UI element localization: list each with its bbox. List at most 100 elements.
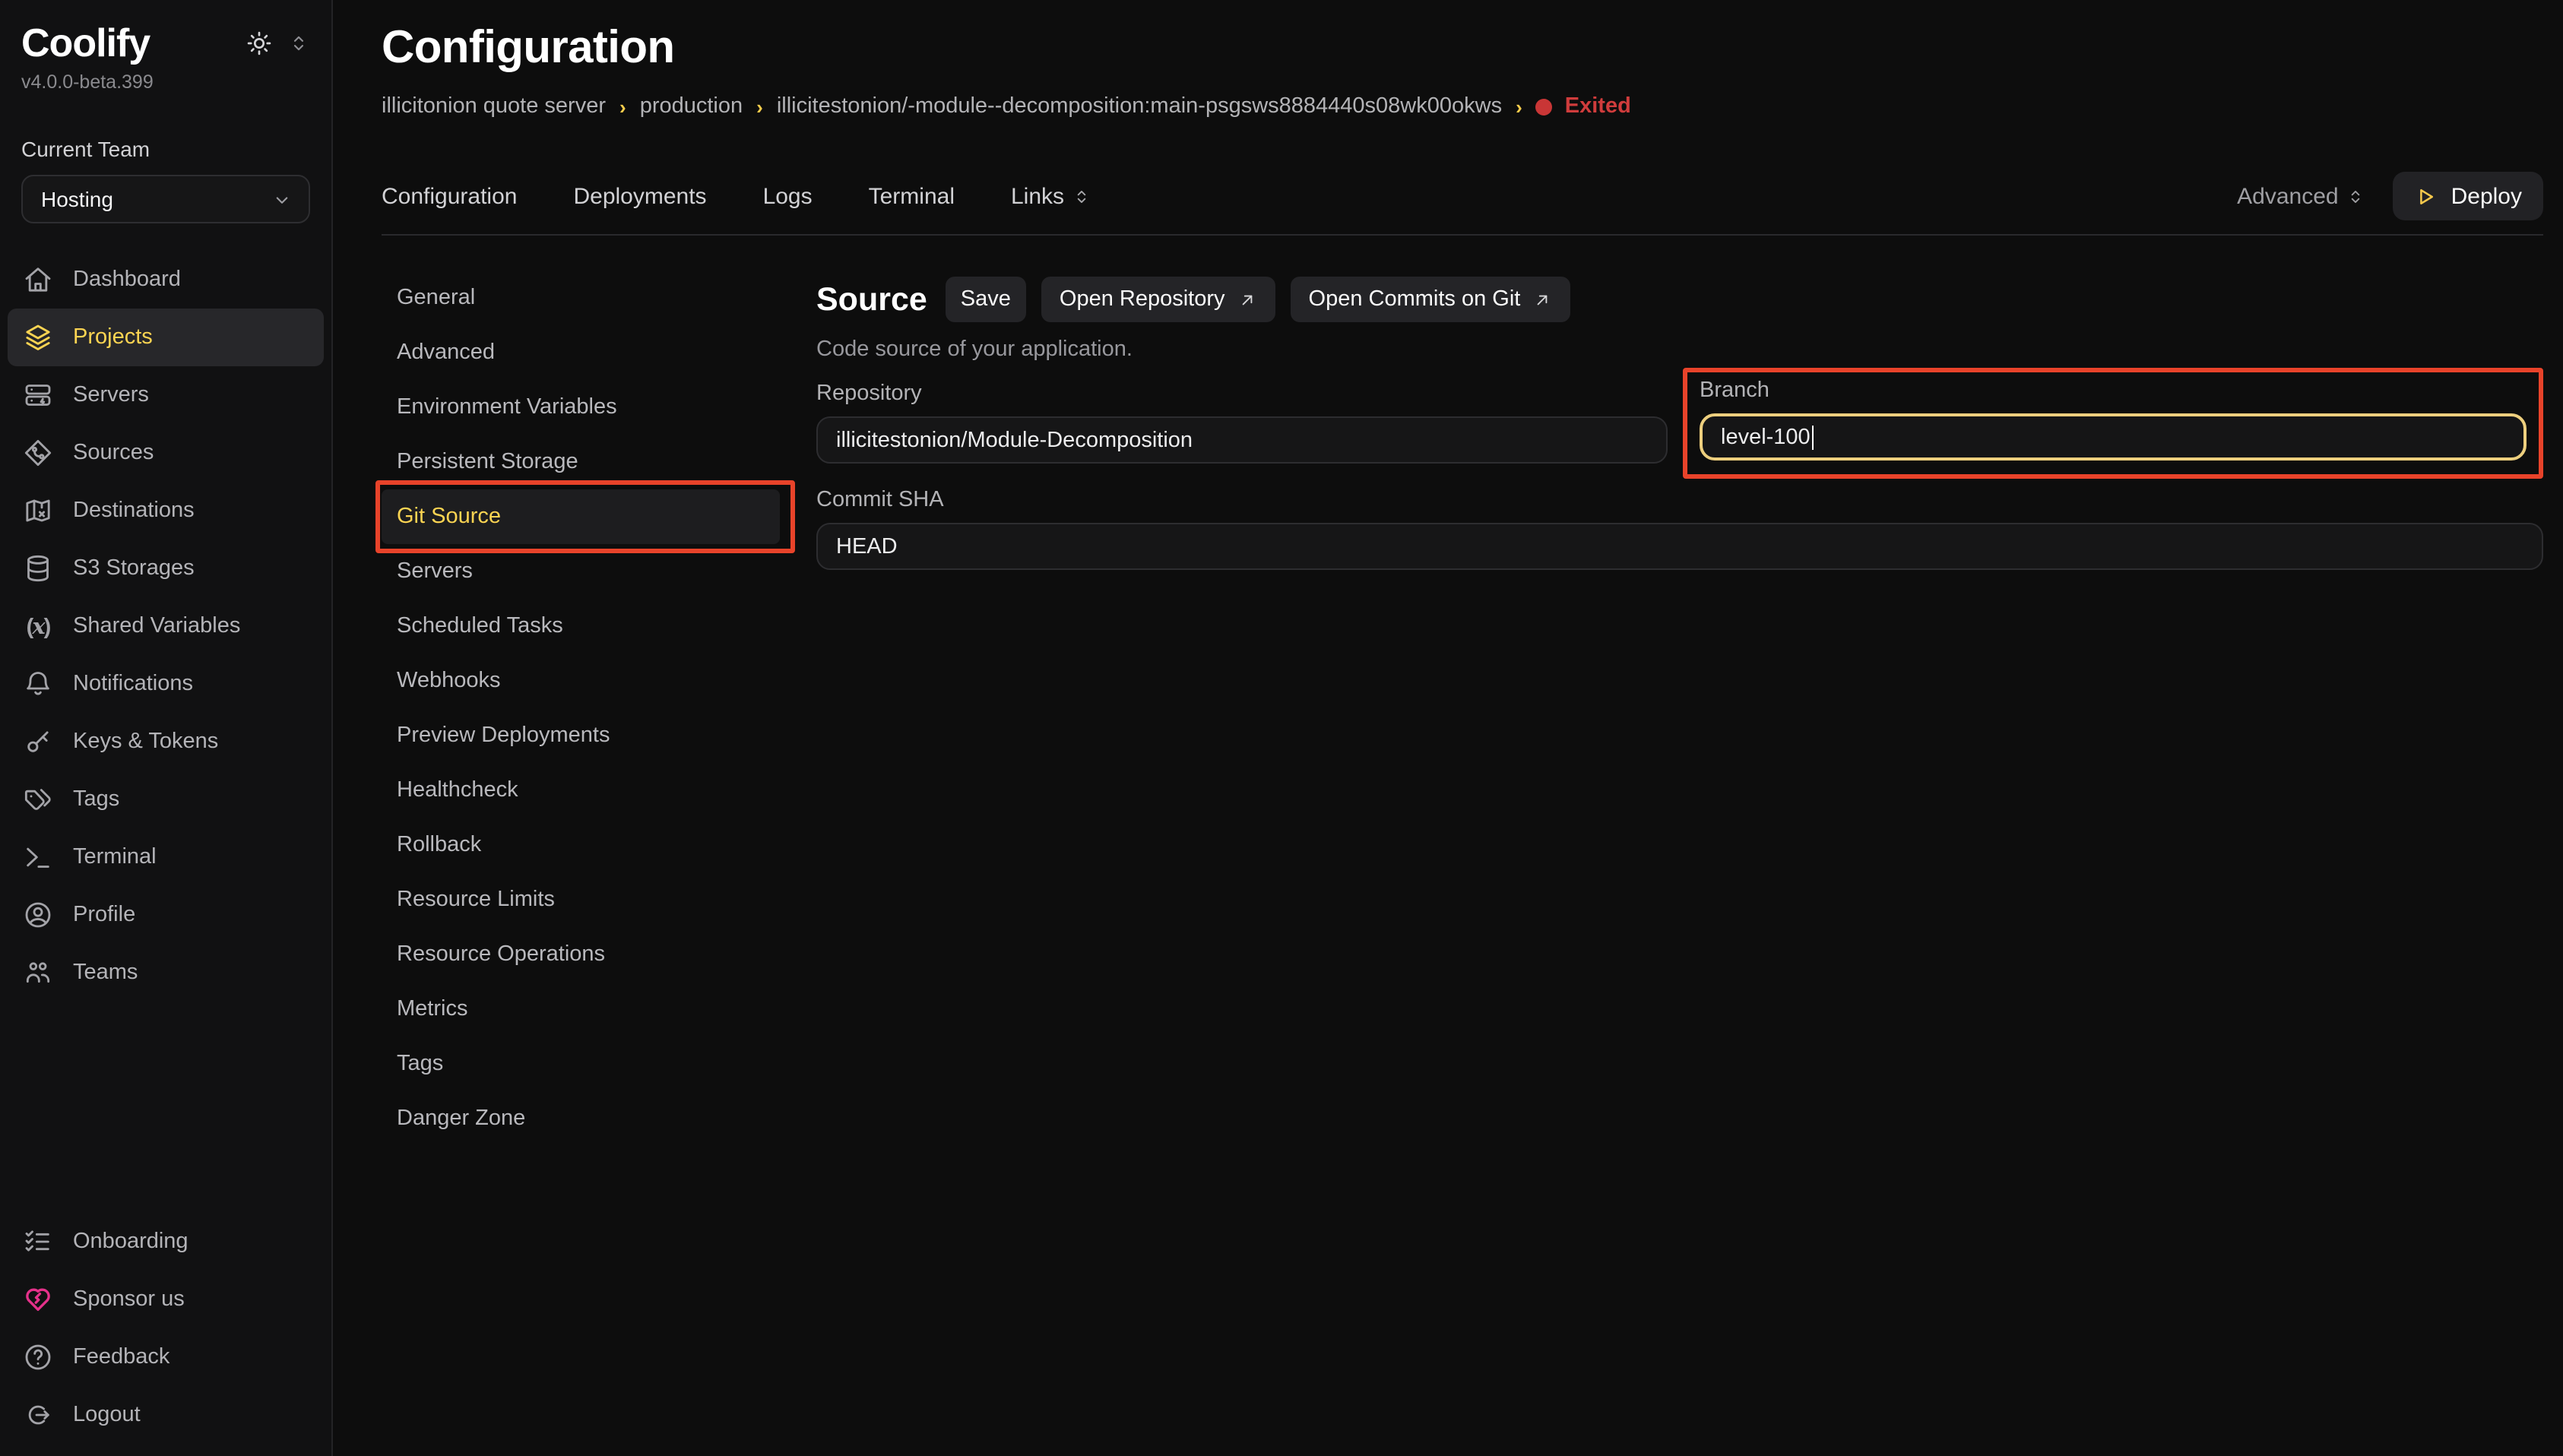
sidebar-item-feedback[interactable]: Feedback [8, 1328, 324, 1386]
chevrons-up-down-icon [1072, 186, 1091, 206]
sidebar-item-label: Servers [73, 383, 149, 407]
subnav-webhooks[interactable]: Webhooks [382, 654, 780, 708]
sidebar-item-label: Dashboard [73, 267, 181, 292]
annotation-highlight-box: Branch level-100 [1683, 368, 2543, 479]
sidebar-item-label: S3 Storages [73, 556, 195, 581]
checklist-icon [23, 1227, 53, 1257]
terminal-icon [23, 842, 53, 872]
tags-icon [23, 784, 53, 815]
subnav-git-source[interactable]: Git Source [382, 489, 780, 544]
chevron-right-icon: › [619, 96, 626, 119]
page-title: Configuration [382, 23, 2543, 74]
subnav-environment-variables[interactable]: Environment Variables [382, 380, 780, 435]
sidebar-item-notifications[interactable]: Notifications [8, 655, 324, 713]
sidebar-item-terminal[interactable]: Terminal [8, 828, 324, 886]
sidebar-item-sources[interactable]: Sources [8, 424, 324, 482]
sidebar-item-servers[interactable]: Servers [8, 366, 324, 424]
deploy-button[interactable]: Deploy [2394, 172, 2543, 220]
subnav-healthcheck[interactable]: Healthcheck [382, 763, 780, 818]
sidebar-item-label: Profile [73, 903, 135, 927]
sidebar-item-label: Destinations [73, 499, 195, 523]
settings-subnav: General Advanced Environment Variables P… [382, 271, 780, 1456]
chevrons-up-down-icon [2346, 186, 2366, 206]
tab-terminal[interactable]: Terminal [869, 183, 955, 209]
heart-icon [23, 1284, 53, 1315]
subnav-rollback[interactable]: Rollback [382, 818, 780, 872]
subnav-resource-limits[interactable]: Resource Limits [382, 872, 780, 927]
sidebar-item-label: Tags [73, 787, 119, 812]
subnav-metrics[interactable]: Metrics [382, 982, 780, 1037]
sidebar-footer-nav: Onboarding Sponsor us Feedback Logout [0, 1213, 331, 1456]
status-text: Exited [1565, 94, 1631, 119]
layers-icon [23, 322, 53, 353]
open-commits-button[interactable]: Open Commits on Git [1291, 277, 1571, 322]
tab-links[interactable]: Links [1011, 183, 1091, 209]
sidebar-item-logout[interactable]: Logout [8, 1386, 324, 1444]
bell-icon [23, 669, 53, 699]
subnav-persistent-storage[interactable]: Persistent Storage [382, 435, 780, 489]
chevrons-up-down-icon[interactable] [287, 32, 310, 55]
team-select-value: Hosting [41, 187, 113, 211]
chevron-down-icon [271, 188, 293, 210]
tabs-row: Configuration Deployments Logs Terminal … [382, 170, 2543, 222]
sidebar-item-destinations[interactable]: Destinations [8, 482, 324, 540]
breadcrumb-application[interactable]: illicitestonion/-module--decomposition:m… [777, 94, 1502, 119]
sidebar-item-s3-storages[interactable]: S3 Storages [8, 540, 324, 597]
open-repository-button[interactable]: Open Repository [1041, 277, 1275, 322]
git-source-panel: Source Save Open Repository Open Commits… [816, 271, 2543, 1456]
arrow-up-right-icon [1237, 290, 1257, 309]
subnav-danger-zone[interactable]: Danger Zone [382, 1091, 780, 1146]
sidebar-item-label: Shared Variables [73, 614, 240, 638]
current-team-label: Current Team [21, 137, 310, 161]
status-badge: Exited [1536, 94, 1631, 119]
save-button[interactable]: Save [946, 277, 1026, 322]
user-circle-icon [23, 900, 53, 930]
sidebar-item-sponsor-us[interactable]: Sponsor us [8, 1271, 324, 1328]
subnav-general[interactable]: General [382, 271, 780, 325]
breadcrumb-environment[interactable]: production [640, 94, 743, 119]
tab-configuration[interactable]: Configuration [382, 183, 517, 209]
sidebar-item-tags[interactable]: Tags [8, 771, 324, 828]
sidebar-item-dashboard[interactable]: Dashboard [8, 251, 324, 309]
home-icon [23, 264, 53, 295]
branch-input[interactable]: level-100 [1700, 413, 2527, 461]
subnav-scheduled-tasks[interactable]: Scheduled Tasks [382, 599, 780, 654]
subnav-tags[interactable]: Tags [382, 1037, 780, 1091]
sidebar-item-profile[interactable]: Profile [8, 886, 324, 944]
subnav-preview-deployments[interactable]: Preview Deployments [382, 708, 780, 763]
sidebar-item-label: Notifications [73, 672, 193, 696]
commit-sha-input[interactable]: HEAD [816, 523, 2543, 570]
sidebar-item-onboarding[interactable]: Onboarding [8, 1213, 324, 1271]
help-circle-icon [23, 1342, 53, 1372]
subnav-advanced[interactable]: Advanced [382, 325, 780, 380]
sidebar-item-label: Projects [73, 325, 153, 350]
section-description: Code source of your application. [816, 337, 2543, 362]
sidebar-item-keys-tokens[interactable]: Keys & Tokens [8, 713, 324, 771]
team-select[interactable]: Hosting [21, 175, 310, 223]
chevron-right-icon: › [1516, 96, 1522, 119]
sidebar-item-label: Terminal [73, 845, 157, 869]
sidebar-item-teams[interactable]: Teams [8, 944, 324, 1002]
database-icon [23, 553, 53, 584]
repository-label: Repository [816, 381, 1668, 406]
sidebar-item-shared-variables[interactable]: (x) Shared Variables [8, 597, 324, 655]
logout-icon [23, 1400, 53, 1430]
breadcrumb: illicitonion quote server › production ›… [382, 94, 2543, 119]
sidebar-item-label: Onboarding [73, 1230, 189, 1254]
repository-input[interactable]: illicitestonion/Module-Decomposition [816, 416, 1668, 464]
sidebar-item-projects[interactable]: Projects [8, 309, 324, 366]
tab-logs[interactable]: Logs [763, 183, 813, 209]
subnav-resource-operations[interactable]: Resource Operations [382, 927, 780, 982]
app-window: Coolify v4.0.0-beta.399 Current Team Hos… [0, 0, 2563, 1456]
chevron-right-icon: › [756, 96, 763, 119]
variable-icon: (x) [23, 613, 53, 639]
subnav-servers[interactable]: Servers [382, 544, 780, 599]
sidebar-item-label: Feedback [73, 1345, 169, 1369]
advanced-dropdown[interactable]: Advanced [2237, 183, 2365, 209]
breadcrumb-project[interactable]: illicitonion quote server [382, 94, 606, 119]
sidebar-nav: Dashboard Projects Servers Sources Desti… [0, 251, 331, 1002]
tab-deployments[interactable]: Deployments [573, 183, 706, 209]
commit-sha-label: Commit SHA [816, 488, 2543, 512]
sun-icon[interactable] [245, 29, 274, 58]
sidebar-item-label: Teams [73, 961, 138, 985]
